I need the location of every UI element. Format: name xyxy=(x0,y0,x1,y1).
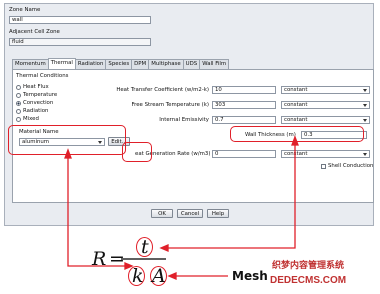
arrow-left-icon xyxy=(167,272,177,280)
formula-equals: = xyxy=(109,248,125,270)
watermark-url: DEDECMS.COM xyxy=(270,275,347,286)
watermark-cn: 织梦内容管理系统 xyxy=(272,261,345,271)
formula-r: R xyxy=(92,248,107,270)
arrow-left-icon xyxy=(159,244,169,252)
thickness-arrow-line xyxy=(165,142,296,249)
formula-t: t xyxy=(141,236,149,258)
formula-k: k xyxy=(132,265,144,287)
mesh-label: Mesh xyxy=(232,269,268,283)
connector-arrows xyxy=(64,135,299,280)
formula-a: A xyxy=(152,265,166,287)
arrow-up-icon xyxy=(291,135,299,146)
arrow-up-icon xyxy=(64,148,72,159)
